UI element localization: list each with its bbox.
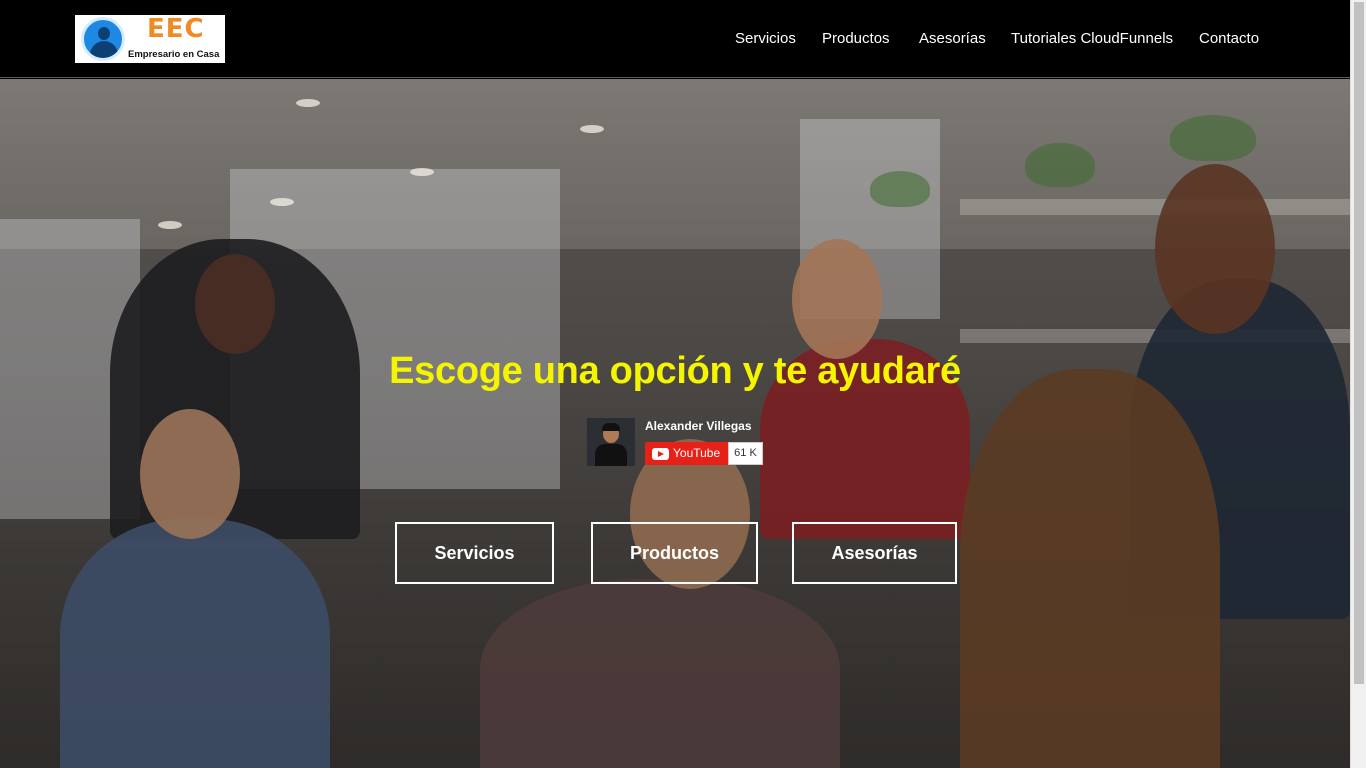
hero-title: Escoge una opción y te ayudaré xyxy=(389,350,961,392)
youtube-subscribe-widget: Alexander Villegas YouTube 61 K xyxy=(587,418,767,468)
hero-background-photo xyxy=(0,79,1350,249)
site-header: EEC Empresario en Casa Servicios Product… xyxy=(0,0,1350,78)
nav-item-asesorias[interactable]: Asesorías xyxy=(919,30,986,47)
asesorias-button[interactable]: Asesorías xyxy=(792,522,957,584)
youtube-subscribe-button[interactable]: YouTube xyxy=(645,442,728,465)
youtube-button-label: YouTube xyxy=(673,446,721,460)
channel-name[interactable]: Alexander Villegas xyxy=(645,419,752,433)
main-nav: Servicios Productos Asesorías Tutoriales… xyxy=(0,30,1350,50)
scrollbar-thumb[interactable] xyxy=(1354,2,1364,684)
nav-item-contacto[interactable]: Contacto xyxy=(1199,30,1259,47)
youtube-play-icon xyxy=(652,448,669,460)
logo-tagline: Empresario en Casa xyxy=(128,49,220,60)
productos-button[interactable]: Productos xyxy=(591,522,758,584)
servicios-button[interactable]: Servicios xyxy=(395,522,554,584)
page-scrollbar[interactable] xyxy=(1350,0,1366,768)
hero-section: Escoge una opción y te ayudaré Alexander… xyxy=(0,79,1350,768)
nav-item-servicios[interactable]: Servicios xyxy=(735,30,796,47)
channel-avatar[interactable] xyxy=(587,418,635,466)
subscriber-count: 61 K xyxy=(728,442,763,465)
nav-item-tutoriales-cloudfunnels[interactable]: Tutoriales CloudFunnels xyxy=(1011,30,1173,47)
nav-item-productos[interactable]: Productos xyxy=(822,30,890,47)
